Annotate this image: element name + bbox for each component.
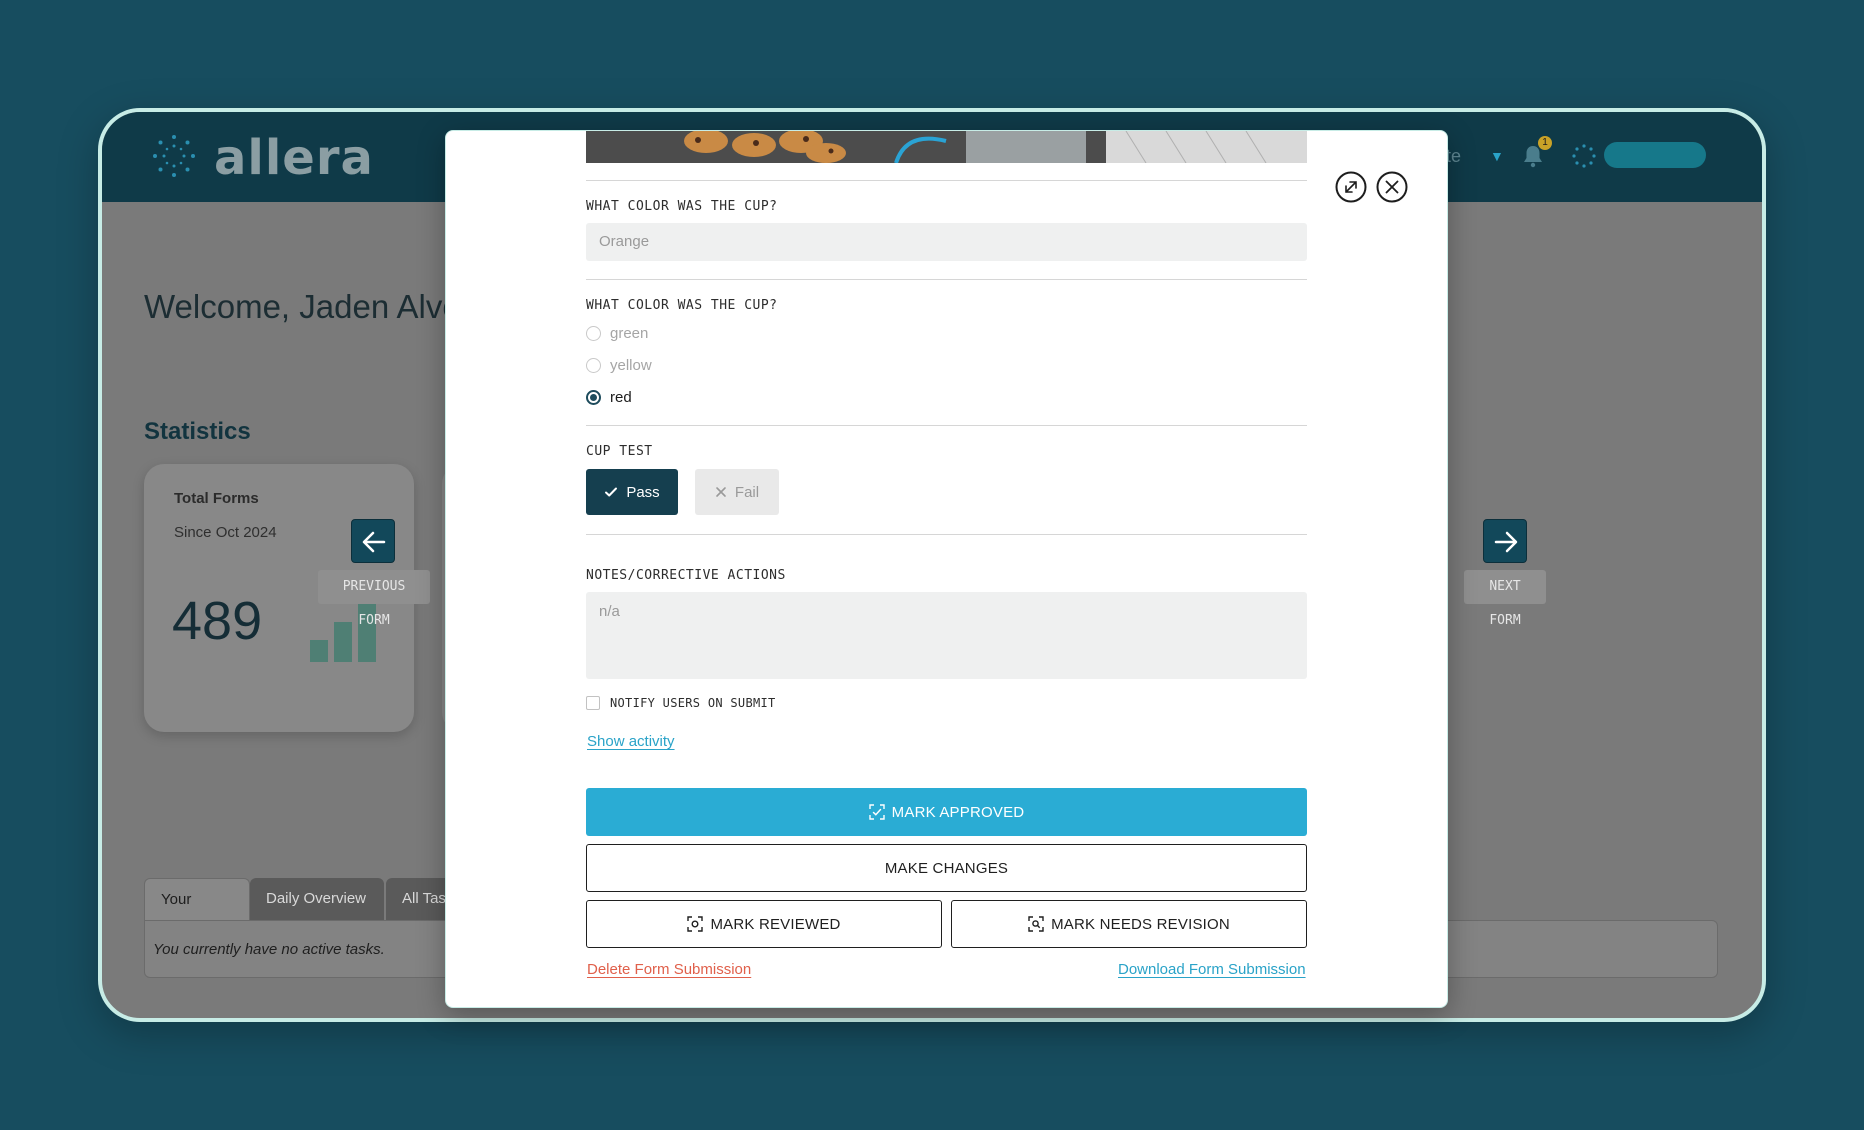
scan-eye-icon <box>687 916 704 932</box>
notify-users-checkbox[interactable] <box>586 696 600 710</box>
mark-reviewed-button[interactable]: MARK REVIEWED <box>586 900 942 948</box>
cup-color-text-field[interactable]: Orange <box>586 223 1307 261</box>
form-photo <box>586 131 1307 163</box>
logo-dots-icon <box>153 135 195 177</box>
app-logo: allera <box>214 130 374 186</box>
previous-form-tooltip: PREVIOUS FORM <box>318 570 430 628</box>
welcome-heading: Welcome, Jaden Alve <box>144 288 461 325</box>
divider <box>586 534 1307 535</box>
radio-button[interactable] <box>586 325 601 341</box>
x-icon <box>716 487 726 497</box>
form-review-modal: WHAT COLOR WAS THE CUP? Orange WHAT COLO… <box>445 130 1448 1008</box>
radio-option-red[interactable]: red <box>586 387 632 407</box>
radio-button[interactable] <box>586 357 601 373</box>
fail-button[interactable]: Fail <box>695 469 779 515</box>
mark-reviewed-label: MARK REVIEWED <box>710 915 841 933</box>
tab-daily-overview[interactable]: Daily Overview <box>250 878 384 920</box>
divider <box>586 425 1307 426</box>
arrow-left-icon <box>362 531 386 553</box>
tasks-empty-message: You currently have no active tasks. <box>153 941 385 958</box>
radio-option-yellow[interactable]: yellow <box>586 355 652 375</box>
scan-check-icon <box>868 804 885 820</box>
chevron-down-icon[interactable]: ▼ <box>1490 148 1504 164</box>
check-icon <box>605 487 618 497</box>
next-form-tooltip: NEXT FORM <box>1464 570 1546 628</box>
pass-label: Pass <box>626 483 660 501</box>
mark-needs-revision-label: MARK NEEDS REVISION <box>1051 915 1230 933</box>
stat-card-label: Total Forms <box>174 490 259 507</box>
cookies-conveyor-image <box>586 131 1307 163</box>
notes-textarea[interactable]: n/a <box>586 592 1307 679</box>
scan-search-icon <box>1028 916 1044 932</box>
notify-users-label: NOTIFY USERS ON SUBMIT <box>610 696 776 710</box>
delete-form-link[interactable]: Delete Form Submission <box>587 961 751 978</box>
notify-users-checkbox-row[interactable]: NOTIFY USERS ON SUBMIT <box>586 696 776 710</box>
pass-button[interactable]: Pass <box>586 469 678 515</box>
radio-label: red <box>610 388 632 406</box>
radio-label: yellow <box>610 356 652 374</box>
divider <box>586 180 1307 181</box>
radio-label: green <box>610 324 649 342</box>
expand-icon[interactable] <box>1335 171 1367 203</box>
notes-label: NOTES/CORRECTIVE ACTIONS <box>586 568 786 583</box>
notification-badge: 1 <box>1538 136 1552 150</box>
mark-approved-label: MARK APPROVED <box>891 803 1025 821</box>
arrow-right-icon <box>1494 531 1518 553</box>
show-activity-link[interactable]: Show activity <box>587 733 675 750</box>
stat-card-value: 489 <box>172 591 263 651</box>
radio-button-selected[interactable] <box>586 389 601 405</box>
question-label-cup-color-text: WHAT COLOR WAS THE CUP? <box>586 199 778 214</box>
mark-approved-button[interactable]: MARK APPROVED <box>586 788 1307 836</box>
next-form-button[interactable] <box>1483 519 1527 563</box>
tab-your-tasks[interactable]: Your Tasks <box>144 878 250 950</box>
question-label-cup-color-radio: WHAT COLOR WAS THE CUP? <box>586 298 778 313</box>
previous-form-button[interactable] <box>351 519 395 563</box>
make-changes-button[interactable]: MAKE CHANGES <box>586 844 1307 892</box>
divider <box>586 279 1307 280</box>
radio-option-green[interactable]: green <box>586 323 648 343</box>
download-form-link[interactable]: Download Form Submission <box>1118 961 1306 978</box>
fail-label: Fail <box>734 483 760 501</box>
close-icon[interactable] <box>1376 171 1408 203</box>
stat-card-subtitle: Since Oct 2024 <box>174 524 277 541</box>
loading-spinner-icon <box>1572 144 1596 168</box>
statistics-heading: Statistics <box>144 418 251 445</box>
user-menu[interactable] <box>1604 142 1706 168</box>
question-label-cup-test: CUP TEST <box>586 444 653 459</box>
mark-needs-revision-button[interactable]: MARK NEEDS REVISION <box>951 900 1307 948</box>
